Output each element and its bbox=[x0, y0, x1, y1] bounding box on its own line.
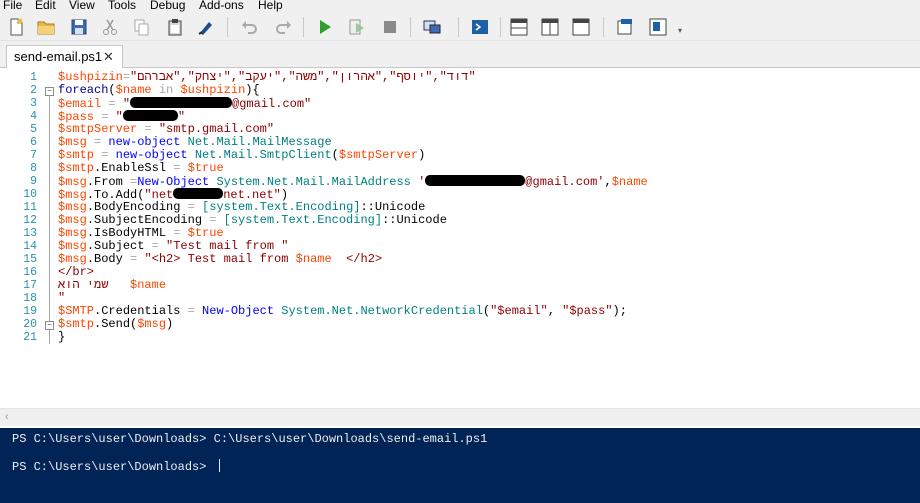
show-command-addon-icon[interactable] bbox=[648, 17, 668, 37]
line-number: 12 bbox=[23, 214, 37, 227]
line-number: 9 bbox=[30, 175, 37, 188]
console-prompt-line[interactable]: PS C:\Users\user\Downloads> bbox=[12, 459, 220, 474]
line-number: 16 bbox=[23, 266, 37, 279]
show-script-pane-top-icon[interactable] bbox=[509, 17, 529, 37]
clear-console-icon[interactable] bbox=[196, 17, 216, 37]
redaction-mark bbox=[130, 97, 233, 108]
menu-view[interactable]: View bbox=[69, 0, 95, 11]
line-number: 17 bbox=[23, 279, 37, 292]
line-number: 7 bbox=[30, 149, 37, 162]
code-line: $smtp.EnableSsl = $true bbox=[58, 161, 224, 175]
cut-icon[interactable] bbox=[100, 17, 120, 37]
show-script-pane-maximized-icon[interactable] bbox=[571, 17, 591, 37]
menu-debug[interactable]: Debug bbox=[150, 0, 185, 11]
line-number: 21 bbox=[23, 331, 37, 344]
line-number-gutter: 1 2 3 4 5 6 7 8 9 10 11 12 13 14 15 16 1… bbox=[0, 68, 44, 408]
open-folder-icon[interactable] bbox=[36, 17, 56, 37]
toolbar-separator bbox=[410, 17, 411, 37]
menu-tools[interactable]: Tools bbox=[108, 0, 136, 11]
console-prompt: PS C:\Users\user\Downloads> bbox=[12, 460, 214, 474]
show-command-window-icon[interactable] bbox=[615, 17, 635, 37]
run-script-icon[interactable] bbox=[315, 17, 335, 37]
stop-icon[interactable] bbox=[380, 17, 400, 37]
redo-icon[interactable] bbox=[273, 17, 293, 37]
code-line: $smtp.Send($msg) bbox=[58, 317, 174, 331]
copy-icon[interactable] bbox=[131, 17, 151, 37]
menu-edit[interactable]: Edit bbox=[35, 0, 56, 11]
collapse-toggle-icon[interactable]: − bbox=[45, 87, 54, 96]
start-powershell-icon[interactable] bbox=[470, 17, 490, 37]
console-pane[interactable]: PS C:\Users\user\Downloads> C:\Users\use… bbox=[0, 428, 920, 503]
new-remote-tab-icon[interactable] bbox=[422, 17, 442, 37]
collapse-toggle-icon[interactable]: − bbox=[45, 321, 54, 330]
scroll-left-icon[interactable]: ‹ bbox=[5, 411, 9, 423]
horizontal-scrollbar[interactable]: ‹ bbox=[0, 408, 920, 426]
line-number: 4 bbox=[30, 110, 37, 123]
toolbar-separator bbox=[603, 17, 604, 37]
redaction-mark bbox=[173, 188, 224, 199]
toolbar-separator bbox=[500, 17, 501, 37]
code-line: $msg.From =New-Object System.Net.Mail.Ma… bbox=[58, 175, 648, 189]
line-number: 11 bbox=[23, 201, 37, 214]
line-number: 20 bbox=[23, 318, 37, 331]
menu-file[interactable]: File bbox=[3, 0, 22, 11]
save-icon[interactable] bbox=[69, 17, 89, 37]
tab-strip: send-email.ps1 ✕ bbox=[0, 41, 920, 68]
line-number: 18 bbox=[23, 292, 37, 305]
redaction-mark bbox=[425, 175, 526, 186]
line-number: 1 bbox=[30, 71, 37, 84]
line-number: 6 bbox=[30, 136, 37, 149]
fold-guide bbox=[49, 96, 50, 344]
line-number: 19 bbox=[23, 305, 37, 318]
code-line: } bbox=[58, 330, 66, 344]
toolbar-separator bbox=[303, 17, 304, 37]
code-line: $email = " @gmail.com" bbox=[58, 97, 312, 111]
toolbar-separator bbox=[458, 17, 459, 37]
run-selection-icon[interactable] bbox=[347, 17, 367, 37]
code-line: foreach($name in $ushpizin){ bbox=[58, 83, 260, 97]
console-line: PS C:\Users\user\Downloads> C:\Users\use… bbox=[12, 432, 488, 446]
close-icon[interactable]: ✕ bbox=[103, 46, 114, 68]
toolbar: ▾ bbox=[0, 13, 920, 41]
line-number: 14 bbox=[23, 240, 37, 253]
line-number: 13 bbox=[23, 227, 37, 240]
toolbar-overflow-icon[interactable]: ▾ bbox=[678, 26, 682, 35]
toolbar-separator bbox=[227, 17, 228, 37]
line-number: 10 bbox=[23, 188, 37, 201]
undo-icon[interactable] bbox=[240, 17, 260, 37]
code-line: $msg.Body = "<h2> Test mail from $name <… bbox=[58, 252, 383, 266]
text-cursor bbox=[218, 459, 220, 472]
menu-help[interactable]: Help bbox=[258, 0, 283, 11]
line-number: 15 bbox=[23, 253, 37, 266]
line-number: 2 bbox=[30, 84, 37, 97]
menu-add-ons[interactable]: Add-ons bbox=[199, 0, 244, 11]
paste-icon[interactable] bbox=[165, 17, 185, 37]
script-editor[interactable]: 1 2 3 4 5 6 7 8 9 10 11 12 13 14 15 16 1… bbox=[0, 68, 920, 408]
code-line: שמי הוא $name bbox=[58, 278, 167, 292]
show-script-pane-right-icon[interactable] bbox=[540, 17, 560, 37]
line-number: 3 bbox=[30, 97, 37, 110]
line-number: 5 bbox=[30, 123, 37, 136]
tab-send-email[interactable]: send-email.ps1 ✕ bbox=[6, 45, 123, 68]
line-number: 8 bbox=[30, 162, 37, 175]
new-file-icon[interactable] bbox=[6, 17, 26, 37]
menu-bar: File Edit View Tools Debug Add-ons Help bbox=[0, 0, 920, 13]
tab-label: send-email.ps1 bbox=[14, 49, 103, 64]
redaction-mark bbox=[122, 110, 178, 121]
